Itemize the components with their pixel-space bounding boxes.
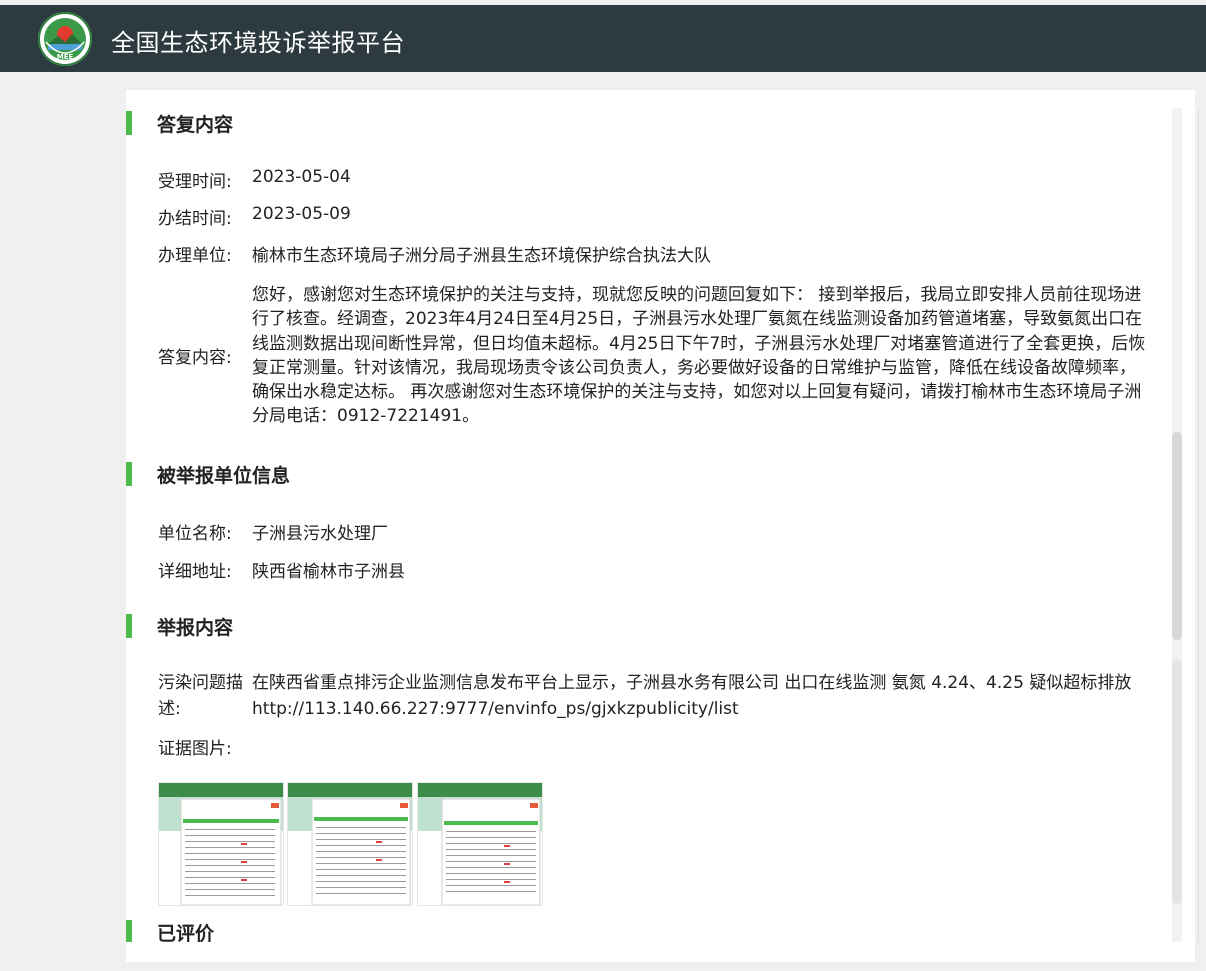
unit-address-label: 详细地址: <box>158 562 232 582</box>
finish-time-label: 办结时间: <box>158 209 232 229</box>
top-bar: MEE 全国生态环境投诉举报平台 <box>0 5 1206 72</box>
scrollbar-thumb-lower[interactable] <box>1172 660 1182 904</box>
unit-name-label: 单位名称: <box>158 524 232 544</box>
mee-logo[interactable]: MEE <box>38 12 92 66</box>
mee-logo-icon: MEE <box>38 12 92 66</box>
section-accent-bar <box>126 614 132 638</box>
section-report-header: 举报内容 <box>126 614 234 639</box>
accept-time-value: 2023-05-04 <box>252 167 351 187</box>
section-accent-bar <box>126 920 132 944</box>
reply-content-label: 答复内容: <box>158 348 232 368</box>
section-title: 答复内容 <box>157 113 234 136</box>
unit-name-value: 子洲县污水处理厂 <box>252 524 388 544</box>
site-title: 全国生态环境投诉举报平台 <box>111 29 405 57</box>
handling-unit-label: 办理单位: <box>158 246 232 266</box>
panel-right-border <box>1198 108 1199 942</box>
scrollbar-thumb[interactable] <box>1172 432 1182 640</box>
evidence-screenshot-icon <box>288 783 412 906</box>
section-reply-header: 答复内容 <box>126 111 234 136</box>
accept-time-label: 受理时间: <box>158 172 232 192</box>
evidence-label: 证据图片: <box>158 739 232 759</box>
pollution-desc-text: 在陕西省重点排污企业监测信息发布平台上显示，子洲县水务有限公司 出口在线监测 氨… <box>252 673 1132 719</box>
reply-content-text: 您好，感谢您对生态环境保护的关注与支持，现就您反映的问题回复如下： 接到举报后，… <box>252 285 1146 427</box>
logo-text: MEE <box>57 53 74 61</box>
section-title: 举报内容 <box>157 616 234 639</box>
section-title: 被举报单位信息 <box>157 464 291 487</box>
evidence-image-1[interactable] <box>158 782 284 906</box>
header-separator <box>0 72 1206 82</box>
section-accent-bar <box>126 111 132 135</box>
evidence-image-2[interactable] <box>287 782 413 906</box>
section-evaluation-header: 已评价 <box>126 920 214 945</box>
page-bottom-margin <box>0 962 1206 971</box>
finish-time-value: 2023-05-09 <box>252 204 351 224</box>
section-reported-unit-header: 被举报单位信息 <box>126 462 291 487</box>
handling-unit-value: 榆林市生态环境局子洲分局子洲县生态环境保护综合执法大队 <box>252 246 711 266</box>
pollution-desc-label: 污染问题描述: <box>158 673 243 719</box>
evidence-image-3[interactable] <box>417 782 543 906</box>
evidence-screenshot-icon <box>159 783 283 906</box>
unit-address-value: 陕西省榆林市子洲县 <box>252 562 405 582</box>
section-accent-bar <box>126 462 132 486</box>
evidence-screenshot-icon <box>418 783 542 906</box>
panel-bottom-mask <box>126 942 1195 962</box>
